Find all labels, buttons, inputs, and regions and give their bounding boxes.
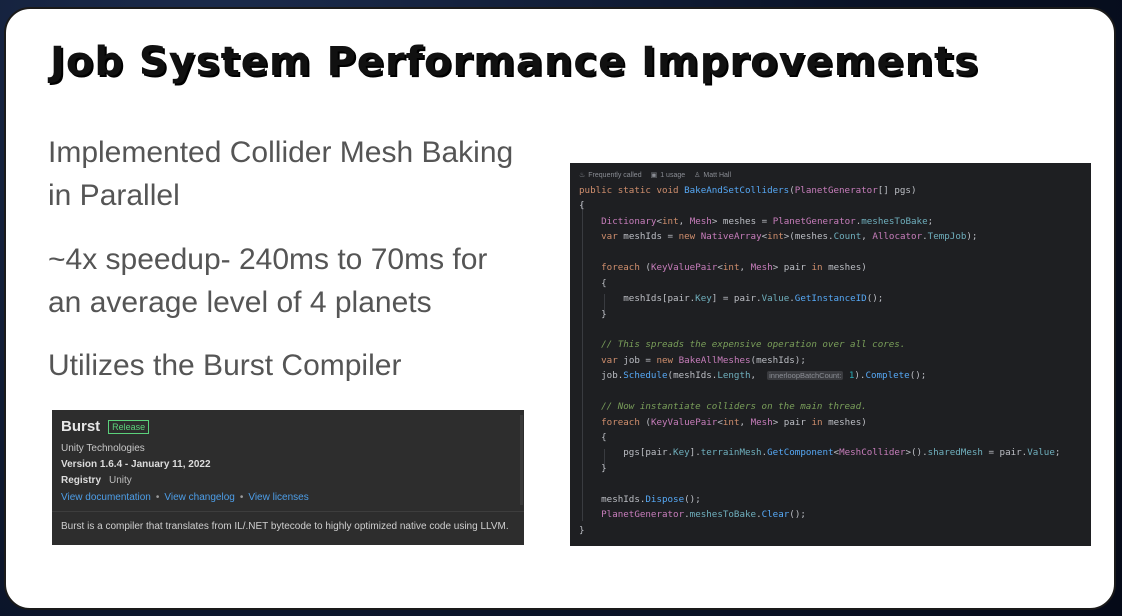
divider — [52, 511, 524, 512]
code-line: { — [579, 432, 607, 443]
parameter-hint: innerloopBatchCount: — [767, 371, 844, 381]
code-line: } — [579, 524, 585, 536]
package-name: Burst — [61, 418, 101, 435]
bullet-line: ~4x speedup- 240ms to 70ms for — [48, 243, 488, 276]
code-line: meshIds.Dispose(); — [579, 493, 701, 505]
code-line: PlanetGenerator.meshesToBake.Clear(); — [601, 509, 806, 521]
slide-title: Job System Performance Improvements — [50, 39, 979, 85]
code-vision-meta: ♨ Frequently called ▣ 1 usage ♙ Matt Hal… — [579, 171, 732, 180]
code-line: { — [579, 277, 607, 289]
code-line: public static void BakeAndSetColliders(P… — [579, 185, 917, 196]
code-line: } — [579, 462, 607, 474]
bullet-line: Utilizes the Burst Compiler — [48, 349, 402, 382]
view-licenses-link[interactable]: View licenses — [248, 492, 308, 503]
code-line: foreach (KeyValuePair<int, Mesh> pair in… — [601, 416, 867, 428]
burst-package-panel: Burst Release Unity Technologies Version… — [52, 410, 524, 545]
bullet-speedup: ~4x speedup- 240ms to 70ms for an averag… — [48, 238, 487, 324]
person-icon: ♙ — [694, 172, 701, 179]
author-label: Matt Hall — [703, 171, 732, 179]
code-line: foreach (KeyValuePair<int, Mesh> pair in… — [601, 262, 867, 274]
bullet-line: an average level of 4 planets — [48, 286, 432, 319]
package-description: Burst is a compiler that translates from… — [61, 521, 509, 532]
slide: Job System Performance Improvements Impl… — [4, 7, 1116, 610]
view-documentation-link[interactable]: View documentation — [61, 492, 151, 503]
package-links: View documentation • View changelog • View l… — [61, 492, 309, 503]
registry-value: Unity — [109, 475, 132, 486]
code-line: } — [579, 308, 607, 320]
code-line: meshIds[pair.Key] = pair.Value.GetInstan… — [579, 293, 884, 305]
code-line: // This spreads the expensive operation … — [601, 339, 906, 351]
author-hint[interactable]: ♙ Matt Hall — [694, 171, 732, 180]
release-badge: Release — [108, 419, 150, 434]
code-panel: ♨ Frequently called ▣ 1 usage ♙ Matt Hal… — [570, 163, 1091, 546]
link-separator: • — [155, 492, 160, 503]
code-text[interactable]: public static void BakeAndSetColliders(P… — [579, 183, 1060, 538]
view-changelog-link[interactable]: View changelog — [164, 492, 234, 503]
usage-icon: ▣ — [650, 172, 658, 179]
code-line: { — [579, 200, 585, 212]
registry-label: Registry — [61, 475, 102, 486]
code-line: pgs[pair.Key].terrainMesh.GetComponent<M… — [579, 447, 1061, 459]
package-company: Unity Technologies — [61, 443, 145, 454]
code-line: // Now instantiate colliders on the main… — [601, 401, 867, 413]
usages-hint[interactable]: ▣ 1 usage — [650, 171, 686, 180]
bullet-line: in Parallel — [48, 179, 180, 212]
bullet-burst: Utilizes the Burst Compiler — [48, 344, 401, 387]
package-registry: Registry Unity — [61, 475, 132, 486]
frequently-called-hint[interactable]: ♨ Frequently called — [579, 171, 642, 180]
burst-title-row: Burst Release — [61, 418, 150, 435]
code-line: var job = new BakeAllMeshes(meshIds); — [601, 354, 806, 366]
code-line: var meshIds = new NativeArray<int>(meshe… — [601, 231, 978, 243]
code-line: Dictionary<int, Mesh> meshes = PlanetGen… — [601, 215, 934, 227]
scrollbar[interactable] — [520, 415, 523, 505]
package-version: Version 1.6.4 - January 11, 2022 — [61, 459, 211, 470]
bullet-line: Implemented Collider Mesh Baking — [48, 136, 514, 169]
flame-icon: ♨ — [579, 172, 586, 179]
usages-label: 1 usage — [660, 171, 686, 179]
frequently-called-label: Frequently called — [588, 171, 642, 179]
link-separator: • — [239, 492, 244, 503]
code-line: job.Schedule(meshIds.Length, innerloopBa… — [579, 370, 927, 382]
bullet-parallel-baking: Implemented Collider Mesh Baking in Para… — [48, 131, 513, 217]
